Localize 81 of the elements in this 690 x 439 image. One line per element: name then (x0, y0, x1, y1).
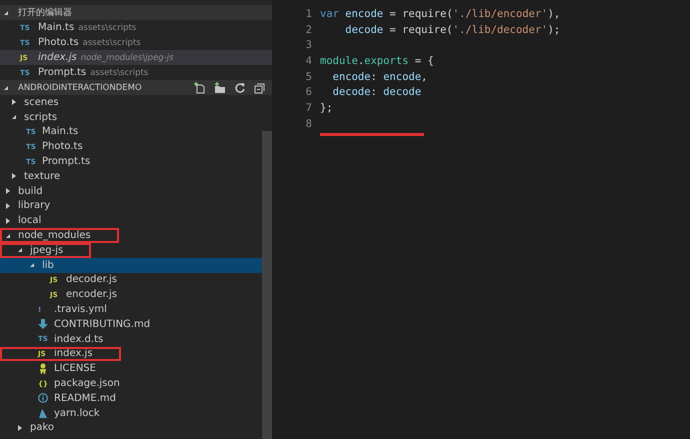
file-name: CONTRIBUTING.md (54, 318, 150, 330)
line-number: 6 (304, 86, 313, 98)
down-arrow-icon (38, 319, 48, 330)
new-folder-icon[interactable] (214, 82, 226, 94)
folder-item[interactable]: local (0, 213, 262, 228)
folder-item[interactable]: scripts (0, 110, 262, 125)
line-number: 2 (304, 24, 313, 36)
folder-item[interactable]: jpeg-js (0, 242, 92, 258)
line-number: 4 (304, 54, 313, 67)
scrollbar[interactable] (262, 131, 272, 439)
folder-name: pako (30, 422, 54, 434)
folder-item[interactable]: node_modules (0, 228, 119, 243)
file-name: yarn.lock (54, 408, 100, 419)
collapsed-arrow-icon (6, 202, 10, 209)
line-number: 5 (304, 70, 313, 83)
line-number: 8 (304, 118, 313, 130)
file-item[interactable]: yarn.lock (0, 406, 262, 421)
file-path: node_modules\jpeg-js (80, 52, 174, 62)
file-item[interactable]: CONTRIBUTING.md (0, 316, 262, 332)
open-editors-header[interactable]: 打开的编辑器 (0, 5, 272, 20)
code-line: var encode = require('./lib/encoder'), (320, 8, 560, 20)
folder-name: lib (42, 260, 54, 271)
collapsed-arrow-icon (6, 218, 10, 224)
refresh-icon[interactable] (234, 82, 246, 94)
line-number: 1 (304, 8, 313, 20)
file-path: assets\scripts (90, 68, 148, 78)
folder-item[interactable]: texture (0, 168, 262, 184)
folder-name: node_modules (18, 230, 91, 242)
folder-name: build (18, 186, 43, 197)
collapsed-arrow-icon (6, 188, 10, 194)
file-name: encoder.js (66, 289, 117, 300)
folder-item[interactable]: scenes (0, 95, 262, 110)
file-name: Photo.ts (38, 37, 79, 48)
line-number: 3 (304, 39, 313, 52)
folder-item[interactable]: build (0, 184, 262, 199)
file-name: Main.ts (42, 126, 78, 138)
new-file-icon[interactable] (194, 82, 206, 94)
folder-name: texture (24, 170, 60, 182)
file-name: Photo.ts (42, 141, 83, 152)
file-path: assets\scripts (82, 38, 141, 48)
person-icon (38, 363, 48, 374)
code-line: }; (320, 102, 333, 114)
expanded-arrow-icon (6, 234, 10, 238)
file-name: Prompt.ts (42, 156, 90, 168)
file-name: package.json (54, 378, 120, 390)
folder-name: local (18, 215, 42, 226)
file-path: assets\scripts (78, 22, 136, 32)
file-item[interactable]: README.md (0, 390, 262, 406)
project-title: ANDROIDINTERACTIONDEMO (18, 82, 142, 92)
file-name: decoder.js (66, 274, 117, 286)
collapsed-arrow-icon (12, 99, 16, 106)
folder-item[interactable]: library (0, 198, 262, 214)
file-name: .travis.yml (54, 304, 107, 316)
file-name: index.d.ts (54, 334, 104, 345)
file-item[interactable]: LICENSE (0, 361, 262, 376)
folder-item[interactable]: pako (0, 420, 262, 436)
section-title: 打开的编辑器 (18, 6, 72, 19)
file-name: README.md (54, 392, 116, 404)
code-line: decode: decode (332, 86, 422, 98)
explorer-header[interactable]: ANDROIDINTERACTIONDEMO (0, 80, 272, 95)
file-name: index.js (54, 348, 93, 360)
folder-name: library (18, 200, 50, 212)
folder-name: jpeg-js (30, 244, 64, 256)
info-icon (38, 393, 48, 404)
folder-item[interactable]: lib (0, 258, 262, 273)
collapse-all-icon[interactable] (254, 82, 266, 94)
code-line: decode = require('./lib/decoder'); (344, 24, 560, 36)
line-number: 7 (304, 102, 313, 114)
collapsed-arrow-icon (12, 173, 16, 180)
file-name: Prompt.ts (38, 67, 86, 78)
expanded-arrow-icon (18, 248, 22, 252)
code-line: module.exports = { (320, 54, 434, 67)
expanded-arrow-icon (12, 115, 16, 120)
collapsed-arrow-icon (18, 424, 22, 431)
file-name: Main.ts (38, 22, 74, 33)
file-name: LICENSE (54, 363, 96, 374)
expanded-arrow-icon (30, 263, 34, 268)
folder-name: scripts (24, 112, 58, 123)
code-line: encode: encode, (332, 70, 428, 83)
folder-name: scenes (24, 96, 59, 108)
file-name: index.js (38, 52, 77, 63)
